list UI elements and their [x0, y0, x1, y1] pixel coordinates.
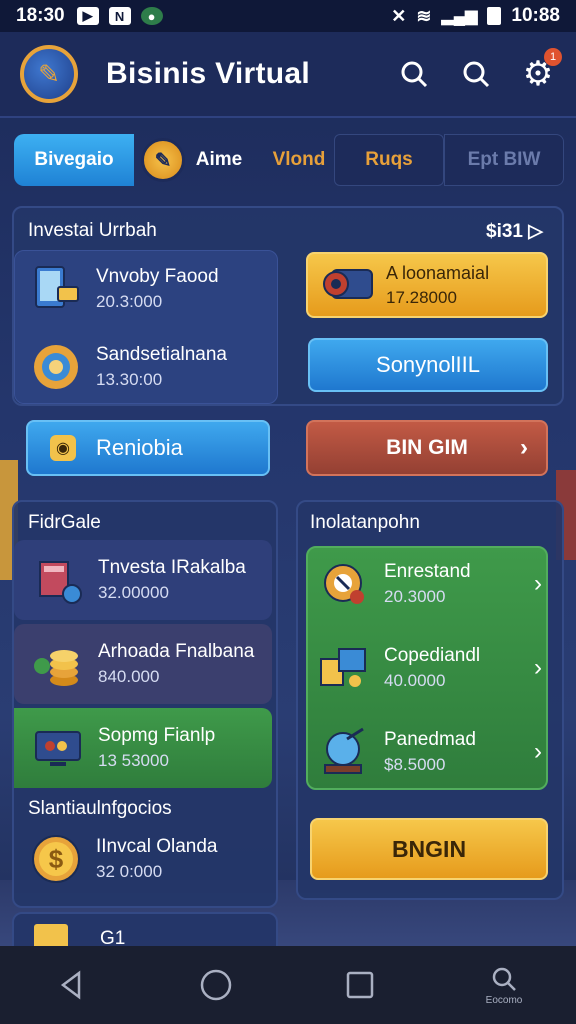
status-time-right: 10:88: [511, 5, 560, 26]
item-name: Panedmad: [384, 729, 476, 750]
recents-button[interactable]: [330, 955, 390, 1015]
coins-icon: [30, 636, 86, 692]
list-item[interactable]: Sopmg Fianlp 13 53000: [14, 708, 272, 788]
battery-icon: [487, 7, 502, 25]
gear-tools-icon: [316, 556, 372, 612]
mute-icon: ✕: [391, 5, 407, 26]
item-name: Vnvoby Faood: [96, 266, 219, 287]
tab-bar: Bivegaio ✎ Aime Vlond Ruqs Ept BIW: [14, 134, 564, 186]
ring-icon: [28, 339, 84, 395]
signal-icon: ▂▄▆: [441, 8, 478, 25]
tablet-icon: [28, 261, 84, 317]
list-item[interactable]: Enrestand 20.3000 ›: [316, 552, 546, 616]
item-value: 32.00000: [98, 583, 169, 602]
reniobia-button[interactable]: ◉ Reniobia: [26, 420, 270, 476]
header-actions: ⚙ 1: [396, 48, 562, 93]
tab-epb[interactable]: Ept BIW: [444, 134, 564, 186]
list-item[interactable]: Vnvoby Faood 20.3:000: [28, 256, 268, 322]
invest-amount-value: $i31: [486, 221, 523, 242]
navigation-bar: Eocomo: [0, 946, 576, 1024]
dollar-coin-icon: $: [28, 831, 84, 887]
status-time: 18:30: [16, 5, 65, 26]
item-value: 32 0:000: [96, 862, 163, 881]
nav-search-button[interactable]: Eocomo: [474, 955, 534, 1015]
projector-icon: [318, 260, 378, 310]
bingim-button[interactable]: BIN GIM ›: [306, 420, 548, 476]
notification-badge: 1: [544, 48, 562, 66]
featured-name: A loonamaial: [386, 262, 490, 283]
tab-bivegaio[interactable]: Bivegaio: [14, 134, 134, 186]
list-item[interactable]: Panedmad $8.5000 ›: [316, 720, 546, 784]
app-header: ✎ Bisinis Virtual ⚙ 1: [0, 32, 576, 118]
home-button[interactable]: [186, 955, 246, 1015]
item-value: 20.3:000: [96, 292, 163, 311]
inst-title: Inolatanpohn: [310, 512, 420, 533]
fund-title: FidrGale: [28, 512, 101, 533]
globe-icon: [316, 724, 372, 780]
play-icon: ▷: [528, 221, 543, 242]
app-logo[interactable]: ✎: [20, 45, 78, 103]
item-value: 840.000: [98, 667, 160, 686]
search-icon[interactable]: [458, 56, 494, 92]
wifi-icon: ≋: [416, 5, 432, 26]
tab-aime[interactable]: Aime: [184, 134, 254, 186]
list-item[interactable]: Arhoada Fnalbana 840.000: [14, 624, 272, 704]
tab-ruqs[interactable]: Ruqs: [334, 134, 444, 186]
chevron-right-icon: ›: [520, 434, 528, 461]
back-button[interactable]: [42, 955, 102, 1015]
chevron-right-icon: ›: [534, 738, 542, 765]
item-name: Enrestand: [384, 561, 471, 582]
invest-amount: $i31 ▷: [486, 220, 543, 243]
tab-vlond[interactable]: Vlond: [254, 134, 344, 186]
app-title: Bisinis Virtual: [106, 57, 311, 90]
photo-icon: [316, 640, 372, 696]
item-name: Sopmg Fianlp: [98, 725, 216, 746]
gear-icon[interactable]: ⚙ 1: [520, 48, 562, 93]
nav-search-label: Eocomo: [485, 994, 523, 1006]
status-right: ✕ ≋ ▂▄▆ 10:88: [391, 5, 560, 27]
search-icon[interactable]: [396, 56, 432, 92]
list-item[interactable]: Tnvesta IRakalba 32.00000: [14, 540, 272, 620]
bngin-button[interactable]: BNGIN: [310, 818, 548, 880]
list-item[interactable]: $ IInvcal Olanda 32 0:000: [28, 826, 268, 892]
book-icon: [30, 552, 86, 608]
item-name: IInvcal Olanda: [96, 836, 218, 857]
chevron-right-icon: ›: [534, 570, 542, 597]
news-icon: N: [108, 7, 131, 25]
youtube-icon: ▶: [76, 7, 99, 25]
item-value: $8.5000: [384, 755, 446, 774]
bingim-label: BIN GIM: [386, 436, 468, 459]
item-value: 20.3000: [384, 587, 446, 606]
item-name: Tnvesta IRakalba: [98, 557, 246, 578]
list-item[interactable]: Copediandl 40.0000 ›: [316, 636, 546, 700]
reniobia-label: Reniobia: [96, 435, 183, 460]
item-name: Sandsetialnana: [96, 344, 227, 365]
item-name: Arhoada Fnalbana: [98, 641, 255, 662]
invest-title: Investai Urrbah: [28, 220, 157, 241]
status-bar: 18:30 ▶ N ● ✕ ≋ ▂▄▆ 10:88: [0, 0, 576, 32]
item-value: 13.30:00: [96, 370, 163, 389]
search-icon: [492, 967, 516, 991]
item-name: Copediandl: [384, 645, 481, 666]
sonny-button[interactable]: SonynolIIL: [308, 338, 548, 392]
svg-text:$: $: [49, 844, 64, 874]
chevron-right-icon: ›: [534, 654, 542, 681]
item-value: 40.0000: [384, 671, 446, 690]
featured-card[interactable]: A loonamaial 17.28000: [306, 252, 548, 318]
monitor-icon: [30, 720, 86, 776]
game-icon: ●: [140, 7, 163, 25]
featured-value: 17.28000: [386, 287, 457, 307]
item-value: 13 53000: [98, 751, 169, 770]
list-item[interactable]: Sandsetialnana 13.30:00: [28, 334, 268, 400]
coin-icon: ✎: [141, 138, 185, 182]
coin-icon: ◉: [50, 435, 76, 461]
fund-sub-title: Slantiaulnfgocios: [28, 798, 172, 819]
